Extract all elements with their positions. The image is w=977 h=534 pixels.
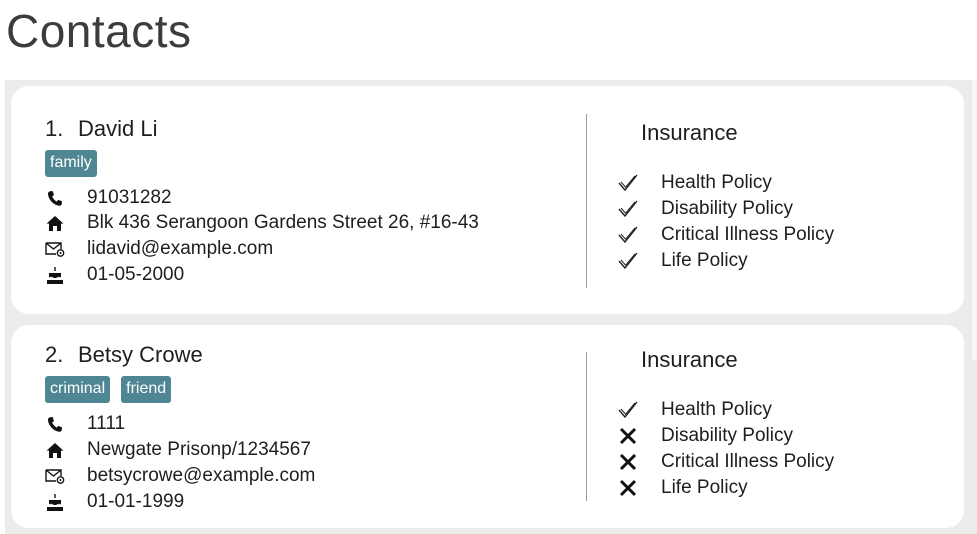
check-icon	[617, 172, 639, 194]
email-field: lidavid@example.com	[45, 236, 273, 262]
birthday-cake-icon	[45, 265, 65, 285]
scrollbar[interactable]	[972, 80, 977, 360]
page-title: Contacts	[6, 5, 192, 57]
contact-index: 2.	[45, 342, 64, 367]
cross-icon	[617, 477, 639, 499]
birthday-text: 01-05-2000	[87, 264, 185, 285]
policy-label: Disability Policy	[661, 198, 793, 219]
policy-item: Health Policy	[617, 397, 772, 423]
tag-list: family	[45, 150, 97, 177]
insurance-title: Insurance	[641, 120, 738, 145]
contact-name: Betsy Crowe	[78, 342, 203, 367]
card-divider	[586, 352, 587, 501]
email-text: betsycrowe@example.com	[87, 465, 316, 486]
contact-name-line: 2. Betsy Crowe	[45, 341, 203, 369]
phone-field: 91031282	[45, 185, 172, 211]
policy-label: Health Policy	[661, 172, 772, 193]
contact-card[interactable]: 2. Betsy Crowe criminal friend 1111 Newga…	[11, 325, 964, 528]
phone-text: 1111	[87, 413, 126, 434]
policy-item: Health Policy	[617, 170, 772, 196]
birthday-field: 01-05-2000	[45, 262, 184, 288]
contact-index: 1.	[45, 116, 64, 141]
email-icon	[45, 239, 65, 259]
birthday-text: 01-01-1999	[87, 491, 185, 512]
address-field: Blk 436 Serangoon Gardens Street 26, #16…	[45, 210, 479, 236]
policy-label: Critical Illness Policy	[661, 224, 835, 245]
phone-field: 1111	[45, 411, 125, 437]
policy-item: Disability Policy	[617, 196, 793, 222]
policy-label: Disability Policy	[661, 425, 793, 446]
check-icon	[617, 224, 639, 246]
email-field: betsycrowe@example.com	[45, 463, 315, 489]
tag: family	[45, 150, 97, 177]
check-icon	[617, 198, 639, 220]
policy-item: Critical Illness Policy	[617, 222, 834, 248]
email-text: lidavid@example.com	[87, 238, 274, 259]
policy-label: Critical Illness Policy	[661, 451, 835, 472]
phone-icon	[45, 414, 65, 434]
address-text: Newgate Prisonp/1234567	[87, 439, 311, 460]
address-field: Newgate Prisonp/1234567	[45, 437, 311, 463]
policy-item: Life Policy	[617, 248, 748, 274]
policy-item: Critical Illness Policy	[617, 449, 834, 475]
address-text: Blk 436 Serangoon Gardens Street 26, #16…	[87, 212, 479, 233]
contact-name-line: 1. David Li	[45, 115, 157, 143]
cross-icon	[617, 451, 639, 473]
phone-icon	[45, 188, 65, 208]
check-icon	[617, 399, 639, 421]
tag-list: criminal friend	[45, 376, 172, 403]
home-icon	[45, 440, 65, 460]
home-icon	[45, 213, 65, 233]
insurance-title: Insurance	[641, 347, 738, 372]
contact-list[interactable]: 1. David Li family 91031282 Blk 436 Seran…	[5, 80, 977, 534]
policy-label: Health Policy	[661, 399, 772, 420]
policy-item: Disability Policy	[617, 423, 793, 449]
birthday-field: 01-01-1999	[45, 489, 184, 515]
policy-label: Life Policy	[661, 477, 748, 498]
policy-item: Life Policy	[617, 475, 748, 501]
contact-name: David Li	[78, 116, 158, 141]
tag: friend	[121, 376, 172, 403]
phone-text: 91031282	[87, 187, 172, 208]
cross-icon	[617, 425, 639, 447]
check-icon	[617, 250, 639, 272]
tag: criminal	[45, 376, 111, 403]
birthday-cake-icon	[45, 492, 65, 512]
email-icon	[45, 466, 65, 486]
card-divider	[586, 114, 587, 288]
policy-label: Life Policy	[661, 250, 748, 271]
contact-card[interactable]: 1. David Li family 91031282 Blk 436 Seran…	[11, 86, 964, 314]
